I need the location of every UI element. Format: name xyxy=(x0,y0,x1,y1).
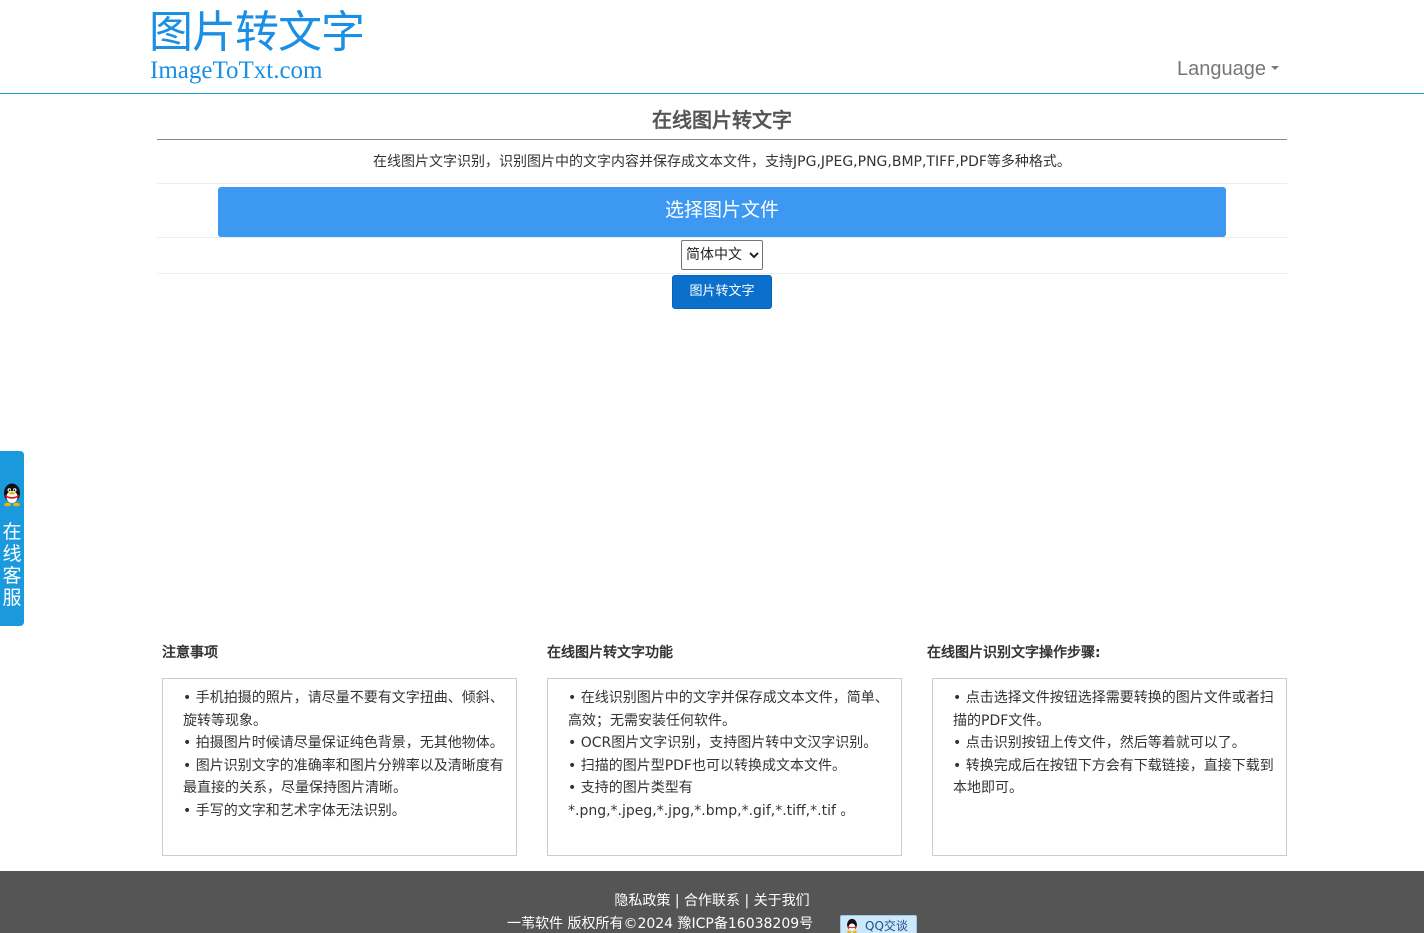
divider xyxy=(157,273,1287,274)
online-service-label: 在线客服 xyxy=(2,521,22,609)
footer-separator: | xyxy=(740,893,754,909)
footer-separator: | xyxy=(670,893,684,909)
list-item: • 扫描的图片型PDF也可以转换成文本文件。 xyxy=(568,757,846,774)
steps-title: 在线图片识别文字操作步骤: xyxy=(927,645,1101,661)
choose-image-file-button[interactable]: 选择图片文件 xyxy=(218,187,1226,237)
qq-chat-button[interactable]: QQ交谈 xyxy=(840,915,917,933)
list-item: • 点击选择文件按钮选择需要转换的图片文件或者扫描的PDF文件。 xyxy=(953,690,1274,729)
page-description: 在线图片文字识别，识别图片中的文字内容并保存成文本文件，支持JPG,JPEG,P… xyxy=(157,150,1287,184)
list-item: • 在线识别图片中的文字并保存成文本文件，简单、高效；无需安装任何软件。 xyxy=(568,690,889,729)
about-us-link[interactable]: 关于我们 xyxy=(754,893,810,909)
contact-link[interactable]: 合作联系 xyxy=(684,893,740,909)
list-item: • 手机拍摄的照片，请尽量不要有文字扭曲、倾斜、旋转等现象。 xyxy=(183,690,504,729)
language-dropdown[interactable]: Language xyxy=(1177,56,1279,82)
online-service-tab[interactable]: 在线客服 xyxy=(0,451,24,626)
logo-chinese-text: 图片转文字 xyxy=(149,7,365,58)
notes-box: • 手机拍摄的照片，请尽量不要有文字扭曲、倾斜、旋转等现象。 • 拍摄图片时候请… xyxy=(162,678,517,856)
page-title: 在线图片转文字 xyxy=(157,104,1287,140)
steps-box: • 点击选择文件按钮选择需要转换的图片文件或者扫描的PDF文件。 • 点击识别按… xyxy=(932,678,1287,856)
site-logo[interactable]: 图片转文字 ImageToTxt.com xyxy=(149,8,379,88)
caret-down-icon xyxy=(1270,66,1279,71)
list-item: • 图片识别文字的准确率和图片分辨率以及清晰度有最直接的关系，尽量保持图片清晰。 xyxy=(183,757,504,797)
privacy-policy-link[interactable]: 隐私政策 xyxy=(614,893,670,909)
list-item: • 点击识别按钮上传文件，然后等着就可以了。 xyxy=(953,735,1246,752)
ocr-language-select[interactable]: 简体中文 xyxy=(681,240,763,270)
notes-title: 注意事项 xyxy=(162,645,218,661)
qq-penguin-icon xyxy=(847,918,857,933)
language-label: Language xyxy=(1177,58,1266,80)
convert-image-button[interactable]: 图片转文字 xyxy=(672,275,772,309)
footer-links: 隐私政策 | 合作联系 | 关于我们 xyxy=(0,891,1424,911)
qq-chat-label: QQ交谈 xyxy=(865,919,908,933)
features-title: 在线图片转文字功能 xyxy=(547,645,673,661)
site-header: 图片转文字 ImageToTxt.com Language xyxy=(0,0,1424,94)
list-item: • 转换完成后在按钮下方会有下载链接，直接下载到本地即可。 xyxy=(953,757,1274,797)
divider xyxy=(157,237,1287,238)
logo-domain-text: ImageToTxt.com xyxy=(150,57,323,84)
list-item: • 拍摄图片时候请尽量保证纯色背景，无其他物体。 xyxy=(183,735,504,752)
site-footer: 隐私政策 | 合作联系 | 关于我们 一苇软件 版权所有©2024 豫ICP备1… xyxy=(0,871,1424,933)
qq-penguin-icon xyxy=(4,483,20,507)
list-item: • OCR图片文字识别，支持图片转中文汉字识别。 xyxy=(568,735,878,752)
list-item: • 支持的图片类型有 *.png,*.jpeg,*.jpg,*.bmp,*.gi… xyxy=(568,780,855,819)
features-box: • 在线识别图片中的文字并保存成文本文件，简单、高效；无需安装任何软件。 • O… xyxy=(547,678,902,856)
list-item: • 手写的文字和艺术字体无法识别。 xyxy=(183,802,406,819)
copyright-text: 一苇软件 版权所有©2024 豫ICP备16038209号 xyxy=(507,916,814,932)
